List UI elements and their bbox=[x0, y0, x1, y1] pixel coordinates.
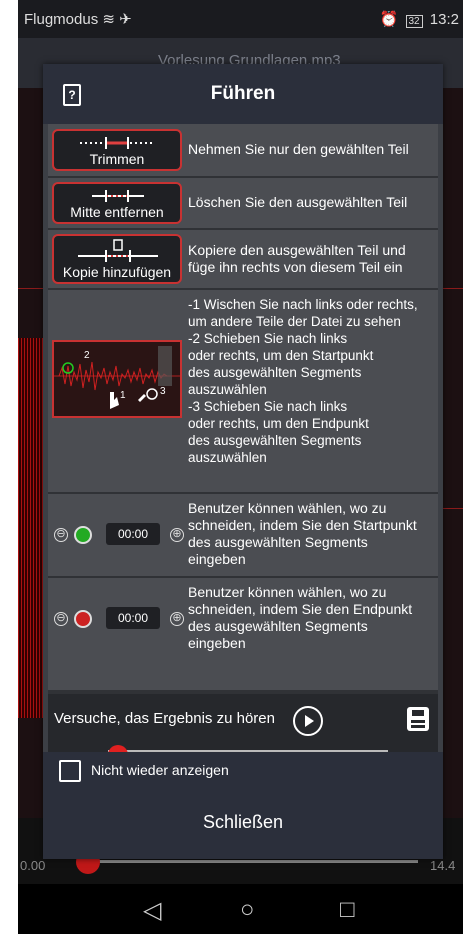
end-time-description: Benutzer können wählen, wo zu schneiden,… bbox=[188, 584, 413, 651]
wifi-icon: ≋ bbox=[102, 11, 115, 28]
remove-middle-icon bbox=[92, 190, 144, 202]
bg-time-end: 14.4 bbox=[430, 858, 456, 873]
minus-icon: ⊖ bbox=[54, 528, 68, 542]
bg-slider-track bbox=[88, 860, 418, 863]
trim-example-button: Trimmen bbox=[52, 129, 182, 171]
dialog-header: ? Führen bbox=[43, 64, 443, 124]
dialog-footer: Nicht wieder anzeigen Schließen bbox=[43, 752, 443, 859]
listen-label: Versuche, das Ergebnis zu hören bbox=[54, 710, 275, 727]
start-time-example: 00:00 bbox=[106, 523, 160, 545]
swipe-description: -1 Wischen Sie nach links oder rechts, u… bbox=[188, 297, 418, 465]
close-button[interactable]: Schließen bbox=[43, 802, 443, 842]
recents-icon[interactable]: □ bbox=[340, 896, 355, 924]
status-text: Flugmodus bbox=[24, 11, 99, 28]
waveform-example: 2 1 3 bbox=[52, 340, 182, 418]
airplane-icon: ✈ bbox=[119, 11, 132, 28]
mark-2: 2 bbox=[84, 350, 90, 361]
add-copy-example-button: Kopie hinzufügen bbox=[52, 234, 182, 284]
plus-icon: ⊕ bbox=[170, 612, 184, 626]
trim-description: Nehmen Sie nur den gewählten Teil bbox=[188, 141, 409, 157]
mark-1: 1 bbox=[120, 390, 126, 401]
add-copy-description: Kopiere den ausgewählten Teil und füge i… bbox=[188, 242, 406, 275]
remove-middle-label: Mitte entfernen bbox=[70, 204, 164, 220]
phone-screen: Flugmodus ≋ ✈ ⏰ 32 13:2 Vorlesung Grundl… bbox=[18, 0, 463, 934]
preview-slider-knob bbox=[108, 745, 128, 752]
plus-icon: ⊕ bbox=[170, 528, 184, 542]
start-time-description: Benutzer können wählen, wo zu schneiden,… bbox=[188, 500, 417, 567]
back-icon[interactable]: ◁ bbox=[143, 896, 161, 925]
guide-row-trim: Trimmen Nehmen Sie nur den gewählten Tei… bbox=[48, 124, 438, 176]
nav-bar: ◁ ○ □ bbox=[18, 884, 463, 934]
dialog-title: Führen bbox=[210, 83, 276, 104]
guide-row-add-copy: Kopie hinzufügen Kopiere den ausgewählte… bbox=[48, 230, 438, 288]
end-time-example: 00:00 bbox=[106, 607, 160, 629]
trim-label: Trimmen bbox=[89, 151, 145, 167]
bg-time-start: 0.00 bbox=[20, 858, 46, 873]
guide-row-swipe: 2 1 3 -1 Wischen Sie nach links oder rec… bbox=[48, 290, 438, 492]
trim-icon bbox=[80, 137, 154, 149]
clock: 13:2 bbox=[429, 11, 459, 28]
guide-dialog: ? Führen Trimmen Nehmen Sie nur den gewä… bbox=[43, 64, 443, 859]
add-copy-label: Kopie hinzufügen bbox=[62, 264, 172, 280]
guide-content: Trimmen Nehmen Sie nur den gewählten Tei… bbox=[48, 124, 438, 752]
minus-icon: ⊖ bbox=[54, 612, 68, 626]
home-icon[interactable]: ○ bbox=[240, 896, 255, 924]
listen-preview: Versuche, das Ergebnis zu hören bbox=[48, 694, 438, 752]
mark-3: 3 bbox=[160, 386, 166, 397]
battery-level: 32 bbox=[405, 15, 423, 28]
dont-show-again-label[interactable]: Nicht wieder anzeigen bbox=[91, 762, 229, 778]
remove-middle-description: Löschen Sie den ausgewählten Teil bbox=[188, 194, 408, 210]
alarm-icon: ⏰ bbox=[379, 11, 399, 28]
dont-show-again-checkbox[interactable] bbox=[59, 760, 81, 782]
remove-middle-example-button: Mitte entfernen bbox=[52, 182, 182, 224]
start-marker-icon bbox=[74, 526, 92, 544]
add-copy-icon bbox=[78, 239, 158, 262]
guide-row-start-time: ⊖ 00:00 ⊕ Benutzer können wählen, wo zu … bbox=[48, 494, 438, 576]
save-icon bbox=[406, 706, 430, 737]
status-bar: Flugmodus ≋ ✈ ⏰ 32 13:2 bbox=[18, 0, 463, 38]
guide-row-remove-middle: Mitte entfernen Löschen Sie den ausgewäh… bbox=[48, 178, 438, 228]
end-marker-icon bbox=[74, 610, 92, 628]
guide-row-end-time: ⊖ 00:00 ⊕ Benutzer können wählen, wo zu … bbox=[48, 578, 438, 690]
play-icon bbox=[293, 706, 323, 736]
